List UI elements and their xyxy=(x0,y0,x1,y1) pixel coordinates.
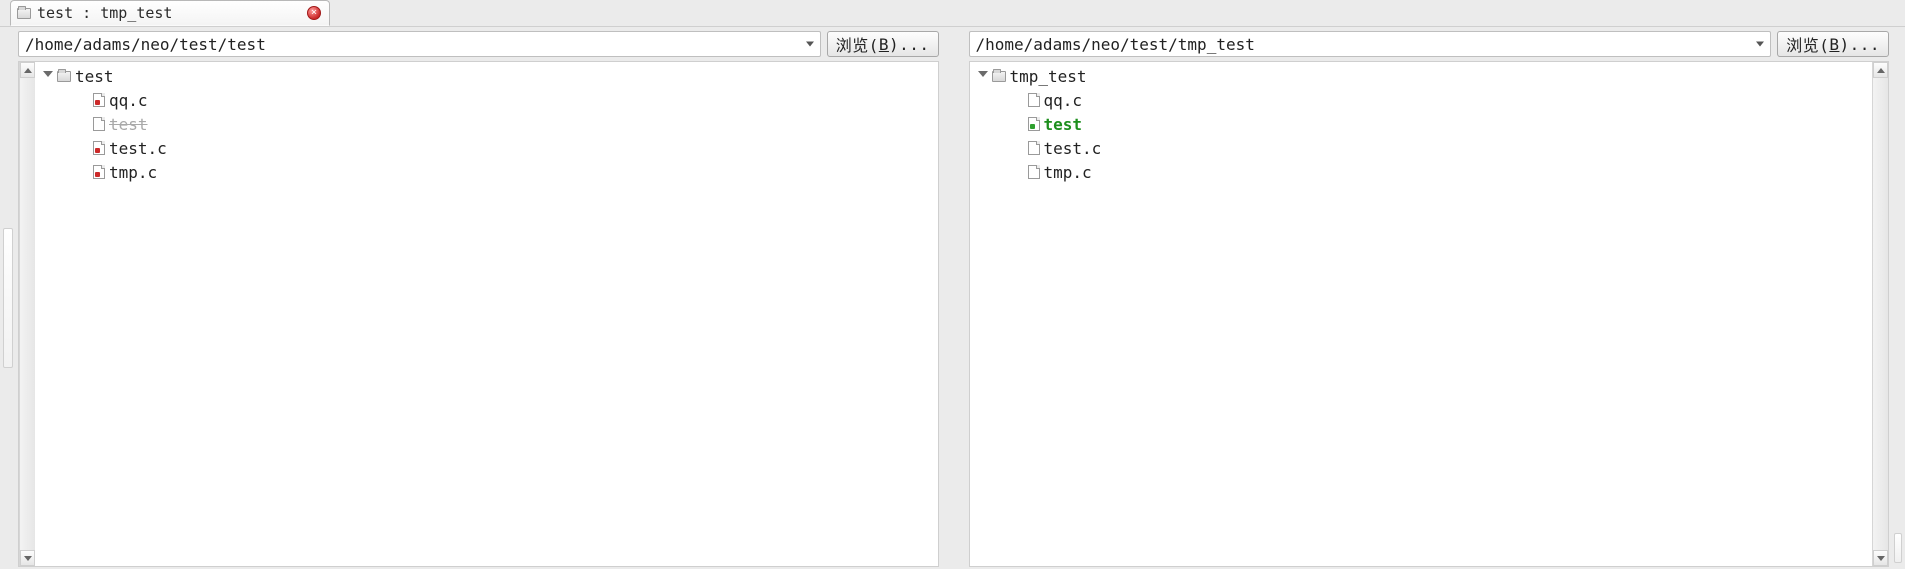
right-pane: /home/adams/neo/test/tmp_test 浏览(B)... t… xyxy=(967,27,1892,569)
file-icon xyxy=(93,93,105,107)
tree-file[interactable]: test xyxy=(970,112,1873,136)
right-tree[interactable]: tmp_test qq.c test test.c tmp.c xyxy=(970,62,1873,566)
file-icon xyxy=(93,117,105,131)
tab-active[interactable]: test : tmp_test × xyxy=(10,0,330,26)
chevron-down-icon xyxy=(806,42,814,47)
browse-label-prefix: 浏览( xyxy=(836,32,879,56)
folder-icon xyxy=(992,71,1006,82)
file-icon xyxy=(1028,93,1040,107)
tree-file[interactable]: qq.c xyxy=(970,88,1873,112)
right-path-combo[interactable]: /home/adams/neo/test/tmp_test xyxy=(969,31,1772,57)
scroll-down-icon[interactable] xyxy=(1873,550,1888,566)
left-path-row: /home/adams/neo/test/test 浏览(B)... xyxy=(16,27,941,61)
file-icon xyxy=(93,141,105,155)
tree-file[interactable]: test xyxy=(35,112,938,136)
left-tree-wrap: test qq.c test test.c tmp.c xyxy=(18,61,939,567)
tab-bar: test : tmp_test × xyxy=(0,0,1905,26)
tree-root[interactable]: test xyxy=(35,64,938,88)
tree-file-label: qq.c xyxy=(109,91,148,110)
tree-root-label: test xyxy=(75,67,114,86)
tree-file-label: qq.c xyxy=(1044,91,1083,110)
left-pane: /home/adams/neo/test/test 浏览(B)... test q… xyxy=(16,27,941,569)
tree-file-label: test xyxy=(1044,115,1083,134)
gutter-handle[interactable] xyxy=(3,228,13,368)
tree-file[interactable]: tmp.c xyxy=(35,160,938,184)
left-gutter xyxy=(0,27,16,569)
left-scrollbar[interactable] xyxy=(19,62,35,566)
tree-file-label: test xyxy=(109,115,148,134)
right-path-row: /home/adams/neo/test/tmp_test 浏览(B)... xyxy=(967,27,1892,61)
left-tree[interactable]: test qq.c test test.c tmp.c xyxy=(35,62,938,566)
file-icon xyxy=(93,165,105,179)
right-browse-button[interactable]: 浏览(B)... xyxy=(1777,31,1889,57)
folder-icon xyxy=(57,71,71,82)
browse-label-hotkey: B xyxy=(1829,35,1839,54)
expander-icon[interactable] xyxy=(976,70,988,82)
main-split: /home/adams/neo/test/test 浏览(B)... testq… xyxy=(0,26,1905,569)
expander-icon[interactable] xyxy=(41,70,53,82)
file-icon xyxy=(1028,141,1040,155)
scroll-up-icon[interactable] xyxy=(20,62,35,78)
close-icon[interactable]: × xyxy=(307,6,321,20)
right-tree-wrap: tmp_test qq.c test test.c tmp.c xyxy=(969,61,1890,567)
file-icon xyxy=(1028,117,1040,131)
right-stub[interactable] xyxy=(1894,533,1902,563)
left-path-combo[interactable]: /home/adams/neo/test/test xyxy=(18,31,821,57)
pane-divider[interactable] xyxy=(941,27,967,569)
tree-file-label: tmp.c xyxy=(1044,163,1092,182)
left-path-text: /home/adams/neo/test/test xyxy=(25,35,266,54)
file-icon xyxy=(1028,165,1040,179)
chevron-down-icon xyxy=(1756,42,1764,47)
scroll-down-icon[interactable] xyxy=(20,550,35,566)
tree-file[interactable]: test.c xyxy=(970,136,1873,160)
browse-label-prefix: 浏览( xyxy=(1786,32,1829,56)
tree-file-label: test.c xyxy=(109,139,167,158)
tree-root[interactable]: tmp_test xyxy=(970,64,1873,88)
tree-file[interactable]: test.c xyxy=(35,136,938,160)
right-edge xyxy=(1891,27,1905,569)
app-root: test : tmp_test × /home/adams/neo/test/t… xyxy=(0,0,1905,569)
folder-icon xyxy=(17,8,31,19)
tree-file[interactable]: qq.c xyxy=(35,88,938,112)
tree-file-label: tmp.c xyxy=(109,163,157,182)
right-path-text: /home/adams/neo/test/tmp_test xyxy=(976,35,1255,54)
tree-root-label: tmp_test xyxy=(1010,67,1087,86)
browse-label-suffix: )... xyxy=(889,35,930,54)
browse-label-hotkey: B xyxy=(879,35,889,54)
browse-label-suffix: )... xyxy=(1839,35,1880,54)
tab-title: test : tmp_test xyxy=(37,4,172,22)
right-scrollbar[interactable] xyxy=(1872,62,1888,566)
tree-file-label: test.c xyxy=(1044,139,1102,158)
left-browse-button[interactable]: 浏览(B)... xyxy=(827,31,939,57)
tree-file[interactable]: tmp.c xyxy=(970,160,1873,184)
scroll-up-icon[interactable] xyxy=(1873,62,1888,78)
